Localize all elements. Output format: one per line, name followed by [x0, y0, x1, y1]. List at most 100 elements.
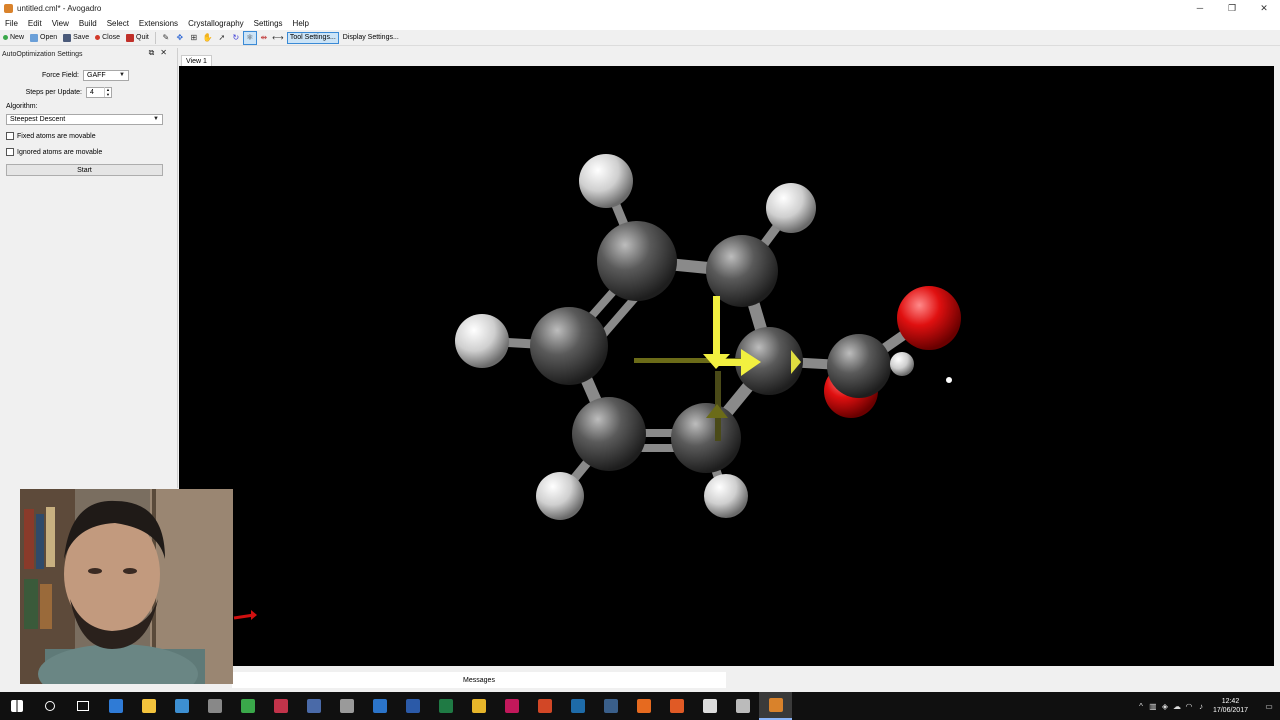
open-button[interactable]: Open: [27, 31, 60, 45]
excel-taskbar-button[interactable]: [429, 692, 462, 720]
avogadro-window: untitled.cml* - Avogadro ─ ❐ ✕ File Edit…: [0, 0, 1280, 720]
carbon-atom[interactable]: [827, 334, 891, 398]
hydrogen-atom[interactable]: [536, 472, 584, 520]
save-button[interactable]: Save: [60, 31, 92, 45]
chrome-taskbar-button[interactable]: [462, 692, 495, 720]
app-gray-icon: [339, 699, 354, 713]
bond-centric-tool-button[interactable]: ⊞: [187, 31, 201, 45]
menu-build[interactable]: Build: [74, 19, 102, 28]
force-arrow: [713, 296, 720, 358]
autorotate-tool-button[interactable]: ↻: [229, 31, 243, 45]
hydrogen-atom[interactable]: [890, 352, 914, 376]
align-tool-button[interactable]: ⇹: [257, 31, 271, 45]
clock-time: 12:42: [1221, 698, 1240, 705]
measure-tool-button[interactable]: ⟷: [271, 31, 285, 45]
save-disk-icon: [63, 33, 72, 42]
wifi-icon[interactable]: ◠: [1183, 692, 1195, 720]
close-window-button[interactable]: ✕: [1248, 0, 1280, 16]
app-flag-taskbar-button[interactable]: [726, 692, 759, 720]
menu-crystallography[interactable]: Crystallography: [183, 19, 249, 28]
draw-tool-button[interactable]: ✎: [159, 31, 173, 45]
hydrogen-atom[interactable]: [704, 474, 748, 518]
presenter-video: [20, 489, 233, 684]
carbon-atom[interactable]: [572, 397, 646, 471]
file-explorer-taskbar-button[interactable]: [132, 692, 165, 720]
firefox-taskbar-button[interactable]: [627, 692, 660, 720]
start-button[interactable]: Start: [6, 164, 163, 176]
menu-settings[interactable]: Settings: [249, 19, 288, 28]
edge-taskbar-button[interactable]: [99, 692, 132, 720]
clock[interactable]: 12:42 17/06/2017: [1213, 697, 1248, 715]
carbon-atom[interactable]: [597, 221, 677, 301]
tab-view-1[interactable]: View 1: [181, 55, 212, 66]
fixed-atoms-checkbox[interactable]: [6, 132, 14, 140]
notifications-icon[interactable]: ▭: [1258, 692, 1280, 720]
menu-help[interactable]: Help: [288, 19, 314, 28]
ignored-atoms-checkbox[interactable]: [6, 148, 14, 156]
fixed-atoms-checkbox-row[interactable]: Fixed atoms are movable: [6, 129, 177, 143]
steam-taskbar-button[interactable]: [594, 692, 627, 720]
task-view-button[interactable]: [66, 692, 99, 720]
force-field-combo[interactable]: GAFF ▼: [83, 69, 129, 81]
hydrogen-atom[interactable]: [766, 183, 816, 233]
app-tools-taskbar-button[interactable]: [198, 692, 231, 720]
algorithm-combo[interactable]: Steepest Descent ▼: [6, 113, 163, 125]
search-button[interactable]: [33, 692, 66, 720]
network-icon[interactable]: ▥: [1147, 692, 1159, 720]
hydrogen-atom[interactable]: [579, 154, 633, 208]
word-taskbar-button[interactable]: [396, 692, 429, 720]
carbon-atom[interactable]: [671, 403, 741, 473]
minimize-button[interactable]: ─: [1184, 0, 1216, 16]
app-monitor-taskbar-button[interactable]: [561, 692, 594, 720]
chevron-down-icon: ▼: [119, 72, 125, 78]
dock-float-button[interactable]: ⧉: [149, 48, 155, 58]
open-folder-icon: [30, 33, 39, 42]
steps-spinbox[interactable]: 4 ▲ ▼: [86, 86, 112, 98]
menu-select[interactable]: Select: [102, 19, 134, 28]
quit-button[interactable]: Quit: [123, 31, 152, 45]
app-dark-taskbar-button[interactable]: [297, 692, 330, 720]
cloud-icon[interactable]: ☁: [1171, 692, 1183, 720]
app-tray-icon[interactable]: ◈: [1159, 692, 1171, 720]
app-m-taskbar-button[interactable]: [231, 692, 264, 720]
navigate-tool-button[interactable]: ✥: [173, 31, 187, 45]
carbon-atom[interactable]: [530, 307, 608, 385]
menu-edit[interactable]: Edit: [23, 19, 47, 28]
chevron-down-icon: ▼: [153, 116, 159, 122]
tool-settings-button[interactable]: Tool Settings...: [286, 31, 339, 44]
display-settings-button[interactable]: Display Settings...: [341, 32, 401, 44]
select-tool-button[interactable]: ➚: [215, 31, 229, 45]
start-button[interactable]: [0, 692, 33, 720]
algorithm-label: Algorithm:: [6, 102, 38, 110]
menu-view[interactable]: View: [47, 19, 74, 28]
dock-close-button[interactable]: ✕: [160, 48, 167, 58]
avogadro-taskbar-button[interactable]: [759, 692, 792, 720]
mail-taskbar-button[interactable]: [693, 692, 726, 720]
app-flag-icon: [735, 699, 750, 713]
hydrogen-atom[interactable]: [455, 314, 509, 368]
close-button[interactable]: Close: [92, 31, 123, 45]
app-window-taskbar-button[interactable]: [363, 692, 396, 720]
menu-extensions[interactable]: Extensions: [134, 19, 183, 28]
volume-icon[interactable]: ♪: [1195, 692, 1207, 720]
ubuntu-icon: [669, 699, 684, 713]
spin-arrows-icon[interactable]: ▲ ▼: [104, 87, 111, 97]
autooptimization-tool-button[interactable]: ⚛: [242, 30, 257, 45]
ubuntu-taskbar-button[interactable]: [660, 692, 693, 720]
show-hidden-icons-icon[interactable]: ^: [1135, 692, 1147, 720]
manipulate-tool-button[interactable]: ✋: [201, 31, 215, 45]
molecule-3d-view[interactable]: [179, 66, 1274, 666]
new-button[interactable]: New: [0, 31, 27, 45]
powerpoint-taskbar-button[interactable]: [528, 692, 561, 720]
algorithm-label-row: Algorithm:: [0, 101, 177, 111]
app-blue-taskbar-button[interactable]: [165, 692, 198, 720]
oxygen-atom[interactable]: [897, 286, 961, 350]
ignored-atoms-checkbox-row[interactable]: Ignored atoms are movable: [6, 145, 177, 159]
menu-file[interactable]: File: [0, 19, 23, 28]
app-pink-taskbar-button[interactable]: [495, 692, 528, 720]
maximize-button[interactable]: ❐: [1216, 0, 1248, 16]
molecule-canvas[interactable]: [179, 66, 1274, 666]
app-gray-taskbar-button[interactable]: [330, 692, 363, 720]
messages-tab[interactable]: Messages: [232, 672, 726, 688]
app-red-taskbar-button[interactable]: [264, 692, 297, 720]
